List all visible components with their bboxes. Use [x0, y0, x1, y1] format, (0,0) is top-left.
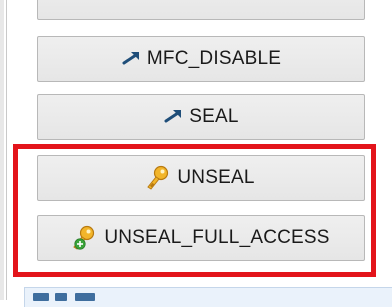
sidebar-divider: [0, 0, 4, 300]
highlight-box: [13, 144, 376, 277]
partial-command-button[interactable]: [37, 0, 365, 20]
mfc-disable-button[interactable]: MFC_DISABLE: [37, 36, 365, 82]
mfc-disable-label: MFC_DISABLE: [146, 48, 282, 69]
bottom-tab-strip[interactable]: [24, 287, 392, 307]
arrow-icon: [121, 52, 139, 66]
arrow-icon: [163, 110, 182, 124]
seal-label: SEAL: [189, 106, 239, 127]
seal-button[interactable]: SEAL: [37, 94, 365, 140]
